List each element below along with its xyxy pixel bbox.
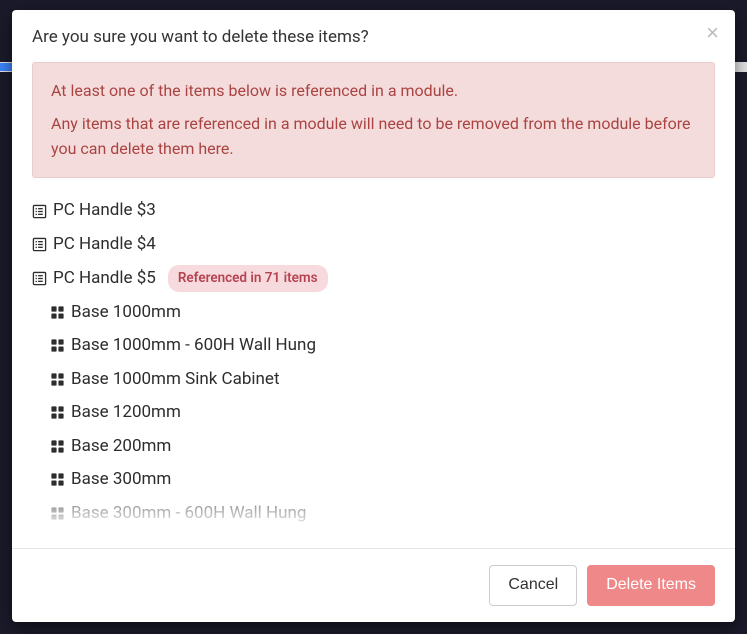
item-list: PC Handle $3 PC Handle $4	[32, 194, 715, 530]
list-item: Base 300mm	[50, 463, 715, 497]
module-icon	[50, 338, 65, 353]
modal-body: At least one of the items below is refer…	[12, 62, 735, 530]
close-button[interactable]: ×	[706, 22, 719, 44]
module-icon	[50, 439, 65, 454]
list-icon	[32, 271, 47, 286]
alert-line-1: At least one of the items below is refer…	[51, 79, 696, 104]
warning-alert: At least one of the items below is refer…	[32, 62, 715, 178]
item-label: PC Handle $4	[53, 232, 156, 258]
child-list: Base 1000mm Base 1000mm - 600H Wall Hung…	[32, 296, 715, 530]
close-icon: ×	[706, 20, 719, 45]
list-item: Base 1000mm	[50, 296, 715, 330]
item-label: Base 1200mm	[71, 400, 181, 426]
list-item: Base 1000mm - 600H Wall Hung	[50, 329, 715, 363]
list-item: PC Handle $4	[32, 228, 715, 262]
referenced-badge: Referenced in 71 items	[168, 265, 328, 291]
item-label: Base 1000mm - 600H Wall Hung	[71, 333, 316, 359]
list-item: Base 1000mm Sink Cabinet	[50, 363, 715, 397]
module-icon	[50, 472, 65, 487]
list-item: Base 200mm	[50, 430, 715, 464]
list-icon	[32, 237, 47, 252]
cancel-button[interactable]: Cancel	[489, 565, 577, 606]
modal-title: Are you sure you want to delete these it…	[32, 26, 715, 48]
delete-items-button[interactable]: Delete Items	[587, 565, 715, 606]
item-label: PC Handle $3	[53, 198, 156, 224]
list-item: Base 1200mm	[50, 396, 715, 430]
item-label: PC Handle $5	[53, 266, 156, 292]
module-icon	[50, 405, 65, 420]
item-label: Base 1000mm Sink Cabinet	[71, 367, 280, 393]
modal-header: Are you sure you want to delete these it…	[12, 10, 735, 62]
alert-line-2: Any items that are referenced in a modul…	[51, 112, 696, 162]
module-icon	[50, 305, 65, 320]
list-icon	[32, 204, 47, 219]
modal-footer: Cancel Delete Items	[12, 548, 735, 622]
item-label: Base 300mm	[71, 467, 171, 493]
item-label: Base 300mm - 600H Wall Hung	[71, 501, 306, 527]
module-icon	[50, 372, 65, 387]
list-item: PC Handle $3	[32, 194, 715, 228]
item-label: Base 200mm	[71, 434, 171, 460]
delete-confirm-modal: Are you sure you want to delete these it…	[12, 10, 735, 622]
list-item: PC Handle $5 Referenced in 71 items	[32, 261, 715, 295]
item-label: Base 1000mm	[71, 300, 181, 326]
module-icon	[50, 506, 65, 521]
list-item: Base 300mm - 600H Wall Hung	[50, 497, 715, 530]
